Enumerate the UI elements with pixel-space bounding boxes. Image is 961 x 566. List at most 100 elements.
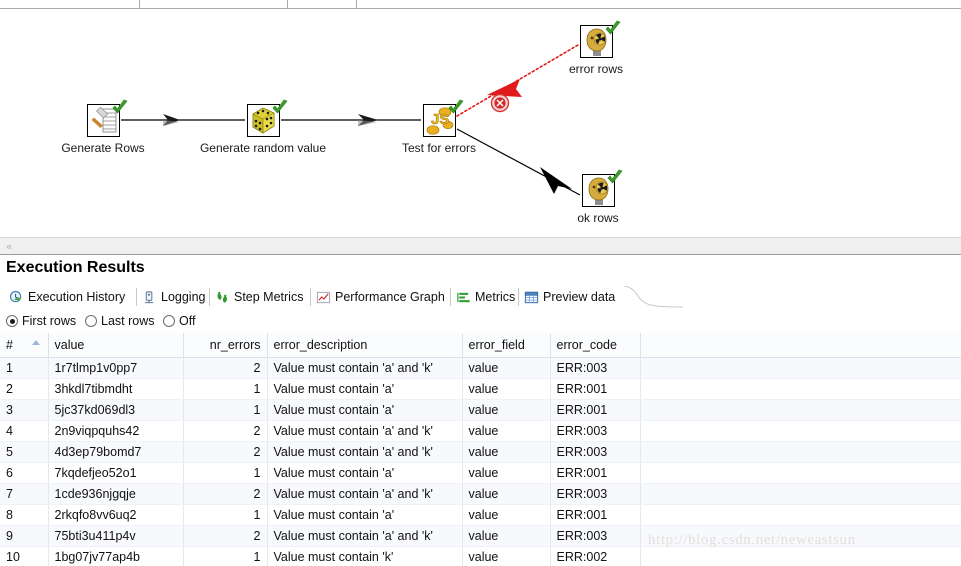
cell-value[interactable]: 4d3ep79bomd7 [48,441,184,463]
cell-value[interactable]: 75bti3u411p4v [48,525,184,547]
table-row[interactable]: 2 3hkdl7tibmdht 1 Value must contain 'a' val… [0,378,961,400]
cell-desc[interactable]: Value must contain 'a' [267,504,463,526]
cell-field[interactable]: value [462,525,551,547]
cell-pad[interactable] [640,441,961,463]
col-header-idx[interactable]: # [0,333,49,358]
table-row[interactable]: 1 1r7tlmp1v0pp7 2 Value must contain 'a' an… [0,357,961,379]
cell-value[interactable]: 1r7tlmp1v0pp7 [48,357,184,379]
cell-field[interactable]: value [462,378,551,400]
radio-off[interactable]: Off [163,312,195,330]
cell-nr[interactable]: 2 [183,420,268,442]
cell-idx[interactable]: 1 [0,357,49,379]
cell-pad[interactable] [640,546,961,566]
cell-nr[interactable]: 1 [183,504,268,526]
cell-field[interactable]: value [462,504,551,526]
cell-code[interactable]: ERR:001 [550,399,641,421]
table-row[interactable]: 6 7kqdefjeo52o1 1 Value must contain 'a' val… [0,462,961,484]
cell-desc[interactable]: Value must contain 'a' [267,378,463,400]
cell-value[interactable]: 2n9viqpquhs42 [48,420,184,442]
cell-idx[interactable]: 9 [0,525,49,547]
cell-value[interactable]: 1cde936njgqje [48,483,184,505]
scroll-left-arrow-icon[interactable]: « [3,241,15,253]
radio-last-rows[interactable]: Last rows [85,312,155,330]
cell-desc[interactable]: Value must contain 'a' and 'k' [267,357,463,379]
cell-idx[interactable]: 5 [0,441,49,463]
cell-idx[interactable]: 4 [0,420,49,442]
cell-value[interactable]: 1bg07jv77ap4b [48,546,184,566]
cell-field[interactable]: value [462,462,551,484]
table-row[interactable]: 10 1bg07jv77ap4b 1 Value must contain 'k' va… [0,546,961,566]
cell-desc[interactable]: Value must contain 'k' [267,546,463,566]
cell-code[interactable]: ERR:003 [550,357,641,379]
cell-desc[interactable]: Value must contain 'a' and 'k' [267,441,463,463]
table-row[interactable]: 7 1cde936njgqje 2 Value must contain 'a' an… [0,483,961,505]
cell-pad[interactable] [640,525,961,547]
cell-idx[interactable]: 8 [0,504,49,526]
tab-step-metrics[interactable]: Step Metrics [210,286,311,308]
cell-nr[interactable]: 1 [183,378,268,400]
cell-value[interactable]: 3hkdl7tibmdht [48,378,184,400]
cell-pad[interactable] [640,483,961,505]
cell-nr[interactable]: 1 [183,399,268,421]
cell-idx[interactable]: 3 [0,399,49,421]
cell-pad[interactable] [640,462,961,484]
cell-nr[interactable]: 1 [183,462,268,484]
cell-pad[interactable] [640,357,961,379]
canvas-horizontal-scrollbar[interactable]: « [0,237,961,255]
cell-pad[interactable] [640,504,961,526]
cell-value[interactable]: 5jc37kd069dl3 [48,399,184,421]
cell-pad[interactable] [640,420,961,442]
table-row[interactable]: 8 2rkqfo8vv6uq2 1 Value must contain 'a' val… [0,504,961,526]
col-header-value[interactable]: value [48,333,184,358]
cell-pad[interactable] [640,378,961,400]
cell-field[interactable]: value [462,441,551,463]
table-row[interactable]: 5 4d3ep79bomd7 2 Value must contain 'a' and… [0,441,961,463]
cell-code[interactable]: ERR:003 [550,483,641,505]
cell-code[interactable]: ERR:001 [550,378,641,400]
cell-nr[interactable]: 2 [183,525,268,547]
cell-code[interactable]: ERR:001 [550,462,641,484]
cell-code[interactable]: ERR:003 [550,441,641,463]
cell-idx[interactable]: 2 [0,378,49,400]
radio-indicator[interactable] [6,315,18,327]
cell-desc[interactable]: Value must contain 'a' and 'k' [267,483,463,505]
col-header-error-description[interactable]: error_description [267,333,463,358]
transformation-canvas[interactable]: Generate Rows Generate random value JS T… [0,9,961,237]
table-row[interactable]: 3 5jc37kd069dl3 1 Value must contain 'a' val… [0,399,961,421]
cell-field[interactable]: value [462,357,551,379]
cell-idx[interactable]: 10 [0,546,49,566]
col-header-error-field[interactable]: error_field [462,333,551,358]
cell-nr[interactable]: 2 [183,357,268,379]
radio-indicator[interactable] [85,315,97,327]
cell-nr[interactable]: 1 [183,546,268,566]
preview-data-table[interactable]: # value nr_errors error_description erro… [0,333,961,566]
cell-pad[interactable] [640,399,961,421]
cell-field[interactable]: value [462,420,551,442]
radio-first-rows[interactable]: First rows [6,312,76,330]
col-header-nr-errors[interactable]: nr_errors [183,333,268,358]
row-mode-radiogroup[interactable]: First rows Last rows Off [0,310,961,332]
cell-desc[interactable]: Value must contain 'a' [267,399,463,421]
cell-desc[interactable]: Value must contain 'a' [267,462,463,484]
cell-value[interactable]: 7kqdefjeo52o1 [48,462,184,484]
cell-code[interactable]: ERR:003 [550,525,641,547]
cell-desc[interactable]: Value must contain 'a' and 'k' [267,525,463,547]
tab-metrics[interactable]: Metrics [451,286,519,308]
cell-desc[interactable]: Value must contain 'a' and 'k' [267,420,463,442]
tab-execution-history[interactable]: Execution History [4,286,137,308]
cell-idx[interactable]: 7 [0,483,49,505]
tab-logging[interactable]: Logging [137,286,210,308]
cell-field[interactable]: value [462,546,551,566]
cell-nr[interactable]: 2 [183,441,268,463]
cell-code[interactable]: ERR:003 [550,420,641,442]
cell-code[interactable]: ERR:002 [550,546,641,566]
cell-value[interactable]: 2rkqfo8vv6uq2 [48,504,184,526]
tab-performance-graph[interactable]: Performance Graph [311,286,451,308]
cell-code[interactable]: ERR:001 [550,504,641,526]
table-row[interactable]: 9 75bti3u411p4v 2 Value must contain 'a' an… [0,525,961,547]
radio-indicator[interactable] [163,315,175,327]
col-header-error-code[interactable]: error_code [550,333,641,358]
cell-nr[interactable]: 2 [183,483,268,505]
cell-field[interactable]: value [462,483,551,505]
table-row[interactable]: 4 2n9viqpquhs42 2 Value must contain 'a' an… [0,420,961,442]
